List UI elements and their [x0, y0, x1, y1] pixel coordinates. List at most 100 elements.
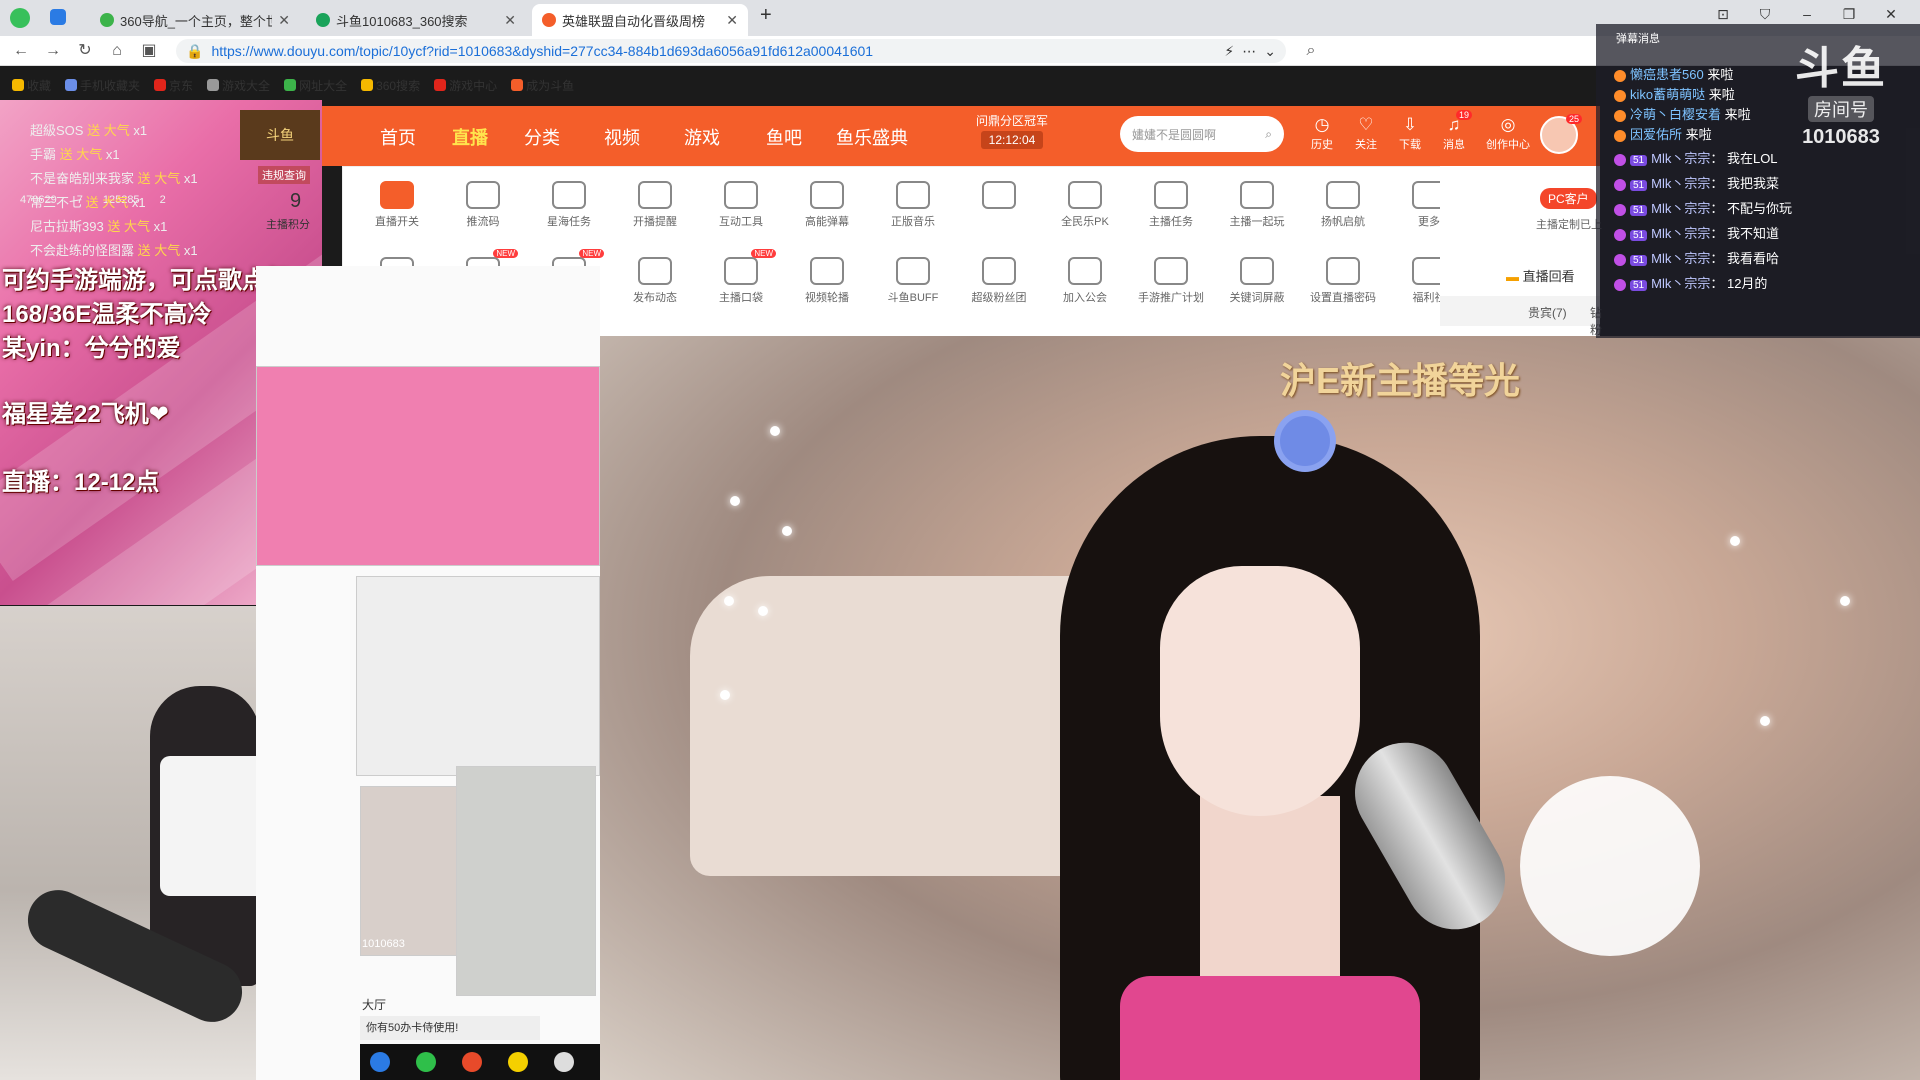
function-item[interactable]: NEW 主播口袋 [701, 249, 781, 305]
search-icon[interactable]: ⌕ [1300, 40, 1322, 62]
violation-link[interactable]: 违规查询 [258, 166, 310, 184]
function-item[interactable]: 发布动态 [615, 257, 695, 305]
tab-360-nav[interactable]: 360导航_一个主页，整个世界 ✕ [90, 4, 300, 36]
function-item[interactable]: 主播一起玩 [1217, 181, 1297, 229]
function-icon [466, 181, 500, 209]
function-item[interactable]: 星海任务 [529, 181, 609, 229]
light-dot [1760, 716, 1770, 726]
wechat-icon[interactable] [416, 1052, 436, 1072]
light-dot [1840, 596, 1850, 606]
function-item[interactable]: 超级粉丝团 [959, 257, 1039, 305]
bookmark-item[interactable]: 成为斗鱼 [511, 77, 574, 94]
forward-icon[interactable]: → [42, 40, 64, 62]
danmaku-message: 51 Mlk丶宗宗： 我把我菜 [1614, 173, 1779, 192]
function-item[interactable]: 全民乐PK [1045, 181, 1125, 229]
function-icon [552, 181, 586, 209]
avatar[interactable]: 25 [1540, 114, 1582, 154]
search-icon[interactable]: ⌕ [1265, 127, 1272, 142]
nav-games[interactable]: 游戏 [684, 124, 720, 150]
function-item[interactable]: 设置直播密码 [1303, 257, 1383, 305]
plane-app-icon[interactable] [554, 1052, 574, 1072]
minimize-icon[interactable]: – [1792, 6, 1822, 22]
nav-fishbar[interactable]: 鱼吧 [766, 124, 802, 150]
live-video-player[interactable] [600, 336, 1920, 1080]
function-item[interactable]: 扬帆启航 [1303, 181, 1383, 229]
browser-app-icon[interactable] [462, 1052, 482, 1072]
coupon-notice[interactable]: 你有50办卡侍使用! [360, 1016, 540, 1040]
shirt-icon[interactable]: ⛉ [1750, 6, 1780, 23]
header-follow[interactable]: ♡ 关注 [1346, 114, 1386, 152]
bookmark-item[interactable]: 手机收藏夹 [65, 77, 140, 94]
function-item[interactable]: 关键词屏蔽 [1217, 257, 1297, 305]
message-badge: 19 [1455, 110, 1472, 120]
bookmark-item[interactable]: 360搜索 [361, 77, 420, 94]
replay-button[interactable]: ▬ 直播回看 [1506, 266, 1575, 285]
tab-360-search[interactable]: 斗鱼1010683_360搜索 ✕ [306, 4, 526, 36]
tab-close-icon[interactable]: ✕ [278, 12, 290, 29]
function-item[interactable]: 主播任务 [1131, 181, 1211, 229]
new-badge: NEW [493, 249, 518, 258]
window-menu-icon[interactable]: ⊡ [1708, 6, 1738, 23]
function-icon [1154, 181, 1188, 209]
function-icon [982, 181, 1016, 209]
reload-icon[interactable]: ↻ [74, 40, 96, 62]
function-icon [982, 257, 1016, 285]
function-item[interactable]: 加入公会 [1045, 257, 1125, 305]
gift-line: 常三不七 送 大气 x1 [30, 195, 146, 210]
header-history[interactable]: ◷ 历史 [1302, 114, 1342, 152]
telegram-icon[interactable] [50, 9, 66, 25]
function-icon [1240, 257, 1274, 285]
tab-douyu-active[interactable]: 英雄联盟自动化晋级周榜 ✕ [532, 4, 748, 36]
function-item[interactable]: 正版音乐 [873, 181, 953, 229]
header-messages[interactable]: ♫ 消息 19 [1434, 110, 1474, 152]
video-streamer-face [1160, 566, 1360, 816]
bookmark-item[interactable]: 游戏大全 [207, 77, 270, 94]
search-input[interactable]: 嫿嫿不是圆圆啊 ⌕ [1120, 116, 1284, 152]
bookmark-item[interactable]: 京东 [154, 77, 193, 94]
function-item[interactable]: 视频轮播 [787, 257, 867, 305]
bookmark-item[interactable]: 收藏 [12, 77, 51, 94]
url-field[interactable]: 🔒 https://www.douyu.com/topic/10ycf?rid=… [176, 39, 1286, 63]
bookmark-item[interactable]: 游戏中心 [434, 77, 497, 94]
tab-vip[interactable]: 贵宾(7) [1528, 304, 1567, 321]
close-window-icon[interactable]: ✕ [1876, 6, 1906, 23]
light-dot [720, 690, 730, 700]
lightning-icon[interactable]: ⚡ [1224, 43, 1234, 60]
function-item[interactable]: 斗鱼BUFF [873, 257, 953, 305]
bookmarks-bar: 收藏 手机收藏夹 京东 游戏大全 网址大全 360搜索 游戏中心 成为斗鱼 [0, 74, 1600, 96]
tab-close-icon[interactable]: ✕ [726, 12, 738, 29]
function-icon [1326, 181, 1360, 209]
restore-icon[interactable]: ❐ [1834, 6, 1864, 23]
promo-banner[interactable]: 问鼎分区冠军 12:12:04 [960, 112, 1064, 158]
nav-fiesta[interactable]: 鱼乐盛典 [836, 124, 908, 150]
function-item[interactable]: 推流码 [443, 181, 523, 229]
more-icon[interactable]: ⋯ [1242, 43, 1256, 60]
function-item[interactable]: 高能弹幕 [787, 181, 867, 229]
function-label: 视频轮播 [805, 292, 849, 304]
overlay-text: 直播：12-12点 [2, 469, 160, 496]
tab-close-icon[interactable]: ✕ [504, 12, 516, 29]
pc-client-button[interactable]: PC客户 [1540, 188, 1597, 209]
function-item[interactable]: 手游推广计划 [1131, 257, 1211, 305]
function-item[interactable]: 直播开关 [357, 181, 437, 229]
home-icon[interactable]: ⌂ [106, 40, 128, 62]
circle-app-icon[interactable] [508, 1052, 528, 1072]
header-download[interactable]: ⇩ 下载 [1390, 114, 1430, 152]
nav-category[interactable]: 分类 [524, 124, 560, 150]
function-label: 互动工具 [719, 216, 763, 228]
header-creator[interactable]: ◎ 创作中心 [1480, 114, 1536, 152]
room-label: 房间号 [1808, 96, 1874, 122]
briefcase-icon[interactable]: ▣ [138, 40, 160, 62]
nav-video[interactable]: 视频 [604, 124, 640, 150]
chevron-down-icon[interactable]: ⌄ [1264, 43, 1276, 60]
new-tab-button[interactable]: + [760, 4, 772, 27]
tab-title: 英雄联盟自动化晋级周榜 [562, 13, 706, 29]
function-item[interactable]: 开播提醒 [615, 181, 695, 229]
function-item[interactable]: 互动工具 [701, 181, 781, 229]
nav-home[interactable]: 首页 [380, 124, 416, 150]
back-icon[interactable]: ← [10, 40, 32, 62]
bookmark-item[interactable]: 网址大全 [284, 77, 347, 94]
function-item[interactable] [959, 181, 1039, 213]
k-app-icon[interactable] [370, 1052, 390, 1072]
nav-live[interactable]: 直播 [452, 124, 488, 150]
